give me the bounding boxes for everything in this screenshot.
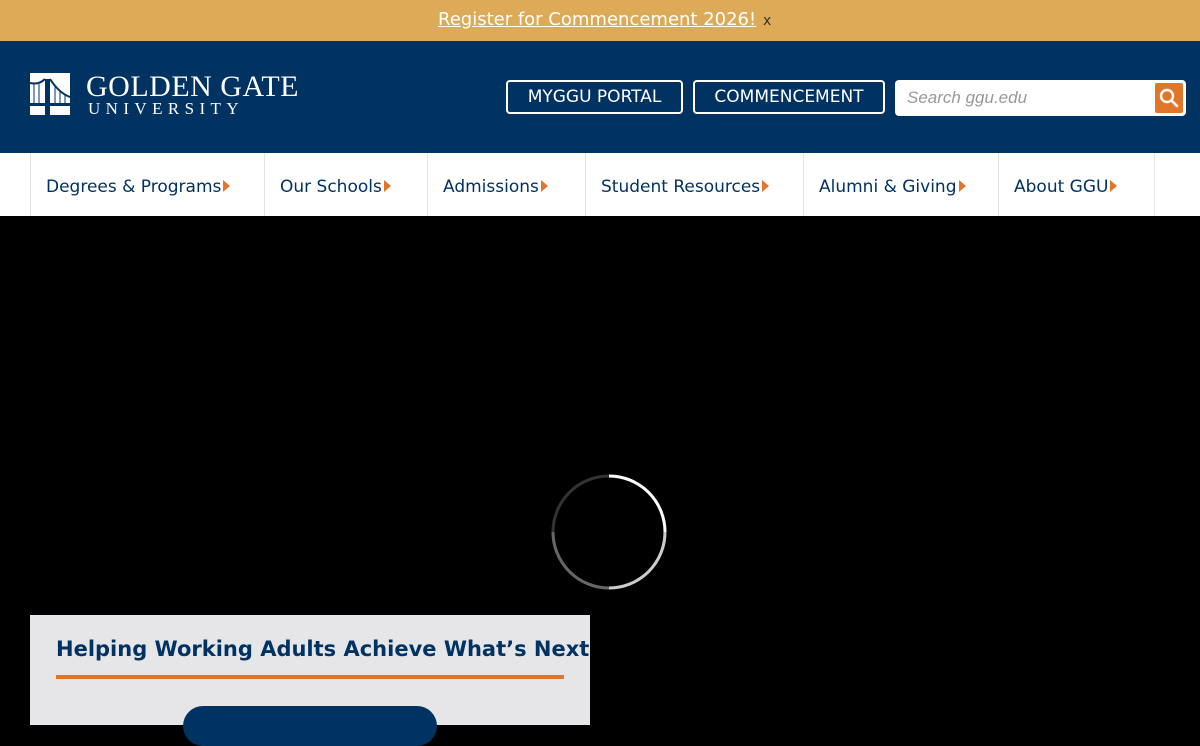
caret-right-icon <box>540 180 548 192</box>
caret-right-icon <box>383 180 391 192</box>
logo-wordmark-line1: GOLDEN GATE <box>86 70 299 103</box>
hero-card-divider <box>56 675 564 679</box>
commencement-button[interactable]: COMMENCEMENT <box>693 80 885 114</box>
nav-item-label: Alumni & Giving <box>819 177 957 197</box>
caret-right-icon <box>762 180 770 192</box>
logo-wordmark-line2: UNIVERSITY <box>88 99 244 118</box>
ggu-logo[interactable]: GOLDEN GATE UNIVERSITY <box>30 70 320 118</box>
close-announcement-button[interactable]: x <box>763 13 771 29</box>
caret-right-icon <box>1110 180 1118 192</box>
nav-item-label: Our Schools <box>280 177 382 197</box>
site-header: GOLDEN GATE UNIVERSITY MYGGU PORTAL COMM… <box>0 41 1200 153</box>
search-input[interactable] <box>895 80 1153 116</box>
nav-item-label: Student Resources <box>601 177 761 197</box>
nav-item-degrees-programs[interactable]: Degrees & Programs <box>30 153 265 216</box>
nav-item-student-resources[interactable]: Student Resources <box>585 153 804 216</box>
search-box <box>895 80 1186 116</box>
nav-item-label: Admissions <box>443 177 539 197</box>
myggu-portal-button[interactable]: MYGGU PORTAL <box>506 80 683 114</box>
nav-item-alumni-giving[interactable]: Alumni & Giving <box>803 153 999 216</box>
search-icon <box>1159 88 1179 108</box>
caret-right-icon <box>958 180 966 192</box>
hero-card: Helping Working Adults Achieve What’s Ne… <box>30 615 590 746</box>
nav-item-admissions[interactable]: Admissions <box>427 153 586 216</box>
nav-item-about-ggu[interactable]: About GGU <box>998 153 1155 216</box>
nav-item-label: About GGU <box>1014 177 1109 197</box>
commencement-register-link[interactable]: Register for Commencement 2026! <box>438 9 756 30</box>
main-nav: Degrees & Programs Our Schools Admission… <box>0 153 1200 216</box>
search-button[interactable] <box>1155 83 1183 113</box>
caret-right-icon <box>223 180 231 192</box>
nav-item-label: Degrees & Programs <box>46 177 222 197</box>
hero-card-button[interactable] <box>183 706 437 746</box>
announcement-bar: Register for Commencement 2026! x <box>0 0 1200 41</box>
hero-card-title: Helping Working Adults Achieve What’s Ne… <box>56 637 590 661</box>
spinner-icon <box>551 474 667 590</box>
nav-item-our-schools[interactable]: Our Schools <box>264 153 428 216</box>
golden-gate-bridge-icon <box>30 73 70 115</box>
hero-video-area: Helping Working Adults Achieve What’s Ne… <box>0 216 1200 746</box>
